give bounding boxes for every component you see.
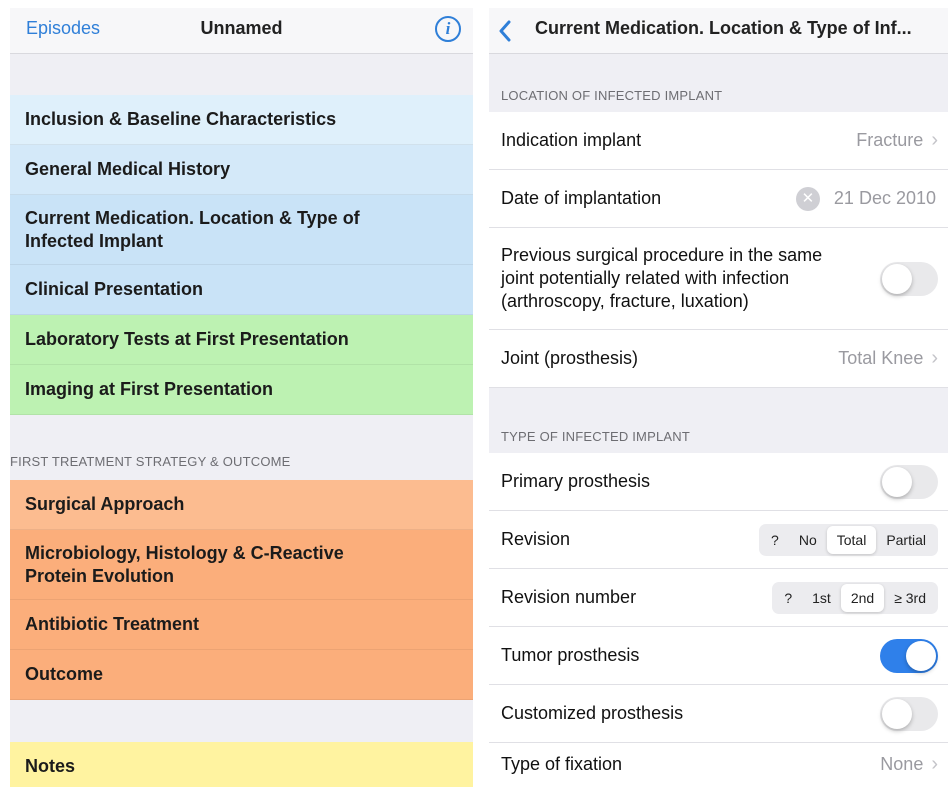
customized-prosthesis-toggle[interactable] bbox=[880, 696, 938, 731]
primary-prosthesis-toggle[interactable] bbox=[880, 464, 938, 499]
menu-item-label: Current Medication. Location & Type of I… bbox=[25, 207, 360, 251]
chevron-right-icon: › bbox=[931, 129, 938, 151]
menu-item-clinical-presentation[interactable]: Clinical Presentation bbox=[10, 265, 473, 315]
menu-item-label: Notes bbox=[25, 756, 76, 776]
chevron-right-icon: › bbox=[931, 347, 938, 369]
toggle-knob bbox=[882, 263, 912, 294]
revision-option-partial[interactable]: Partial bbox=[876, 526, 936, 554]
menu-item-imaging[interactable]: Imaging at First Presentation bbox=[10, 365, 473, 415]
menu-item-label: Clinical Presentation bbox=[25, 279, 204, 299]
revision-number-row: Revision number ? 1st 2nd ≥ 3rd bbox=[489, 569, 948, 627]
type-of-fixation-value: None bbox=[880, 754, 924, 774]
menu-item-label: Outcome bbox=[25, 664, 104, 684]
menu-item-inclusion[interactable]: Inclusion & Baseline Characteristics bbox=[10, 95, 473, 145]
type-of-fixation-label: Type of fixation bbox=[501, 754, 623, 774]
toggle-knob bbox=[906, 640, 936, 671]
revision-label: Revision bbox=[501, 529, 571, 549]
revision-option-total[interactable]: Total bbox=[826, 525, 877, 554]
previous-procedure-row: Previous surgical procedure in the same … bbox=[489, 228, 948, 330]
menu-item-label: Antibiotic Treatment bbox=[25, 614, 200, 634]
indication-implant-value: Fracture bbox=[856, 130, 924, 150]
group-header-location: LOCATION OF INFECTED IMPLANT bbox=[501, 88, 723, 103]
group-header-type: TYPE OF INFECTED IMPLANT bbox=[501, 429, 690, 444]
toggle-knob bbox=[882, 698, 912, 729]
primary-prosthesis-label: Primary prosthesis bbox=[501, 471, 651, 491]
customized-prosthesis-row: Customized prosthesis bbox=[489, 685, 948, 743]
revision-option-no[interactable]: No bbox=[789, 526, 827, 554]
date-of-implantation-value[interactable]: 21 Dec 2010 bbox=[834, 188, 936, 209]
revnum-option-1st[interactable]: 1st bbox=[802, 584, 841, 612]
menu-item-microbiology[interactable]: Microbiology, Histology & C-Reactive Pro… bbox=[10, 530, 473, 600]
menu-item-label: Inclusion & Baseline Characteristics bbox=[25, 109, 337, 129]
detail-form-pane: Current Medication. Location & Type of I… bbox=[489, 8, 948, 786]
date-of-implantation-row[interactable]: Date of implantation ✕ 21 Dec 2010 bbox=[489, 170, 948, 228]
info-icon[interactable]: i bbox=[435, 16, 461, 42]
episode-title: Unnamed bbox=[200, 18, 283, 38]
date-of-implantation-label: Date of implantation bbox=[501, 188, 662, 208]
customized-prosthesis-label: Customized prosthesis bbox=[501, 703, 684, 723]
menu-item-label: Imaging at First Presentation bbox=[25, 379, 274, 399]
toggle-knob bbox=[882, 466, 912, 497]
right-navigation-bar: Current Medication. Location & Type of I… bbox=[489, 8, 948, 54]
revision-row: Revision ? No Total Partial bbox=[489, 511, 948, 569]
previous-procedure-toggle[interactable] bbox=[880, 261, 938, 296]
revision-number-segmented-control: ? 1st 2nd ≥ 3rd bbox=[772, 581, 938, 614]
clear-icon[interactable]: ✕ bbox=[795, 186, 820, 211]
tumor-prosthesis-label: Tumor prosthesis bbox=[501, 645, 640, 665]
indication-implant-label: Indication implant bbox=[501, 130, 642, 150]
revnum-option-unknown[interactable]: ? bbox=[774, 584, 802, 612]
menu-item-surgical-approach[interactable]: Surgical Approach bbox=[10, 480, 473, 530]
joint-prosthesis-value: Total Knee bbox=[838, 348, 924, 368]
back-chevron-icon[interactable] bbox=[493, 18, 519, 44]
menu-item-outcome[interactable]: Outcome bbox=[10, 650, 473, 700]
revision-number-label: Revision number bbox=[501, 587, 637, 607]
tumor-prosthesis-toggle[interactable] bbox=[880, 638, 938, 673]
chevron-right-icon: › bbox=[931, 753, 938, 775]
indication-implant-row[interactable]: Indication implant Fracture › bbox=[489, 112, 948, 170]
menu-item-label: Surgical Approach bbox=[25, 494, 185, 514]
menu-item-laboratory-tests[interactable]: Laboratory Tests at First Presentation bbox=[10, 315, 473, 365]
page-title: Current Medication. Location & Type of I… bbox=[535, 18, 912, 38]
type-of-fixation-row[interactable]: Type of fixation None › bbox=[489, 743, 948, 786]
menu-item-label: General Medical History bbox=[25, 159, 231, 179]
revision-segmented-control: ? No Total Partial bbox=[759, 523, 938, 556]
menu-item-antibiotic-treatment[interactable]: Antibiotic Treatment bbox=[10, 600, 473, 650]
previous-procedure-label: Previous surgical procedure in the same … bbox=[501, 245, 823, 311]
joint-prosthesis-row[interactable]: Joint (prosthesis) Total Knee › bbox=[489, 330, 948, 388]
revision-option-unknown[interactable]: ? bbox=[761, 526, 789, 554]
joint-prosthesis-label: Joint (prosthesis) bbox=[501, 348, 639, 368]
menu-item-label: Laboratory Tests at First Presentation bbox=[25, 329, 349, 349]
left-navigation-bar: Episodes Unnamed i bbox=[10, 8, 473, 54]
menu-item-current-medication[interactable]: Current Medication. Location & Type of I… bbox=[10, 195, 473, 265]
menu-item-notes[interactable]: Notes bbox=[10, 742, 473, 787]
revnum-option-3rd[interactable]: ≥ 3rd bbox=[884, 584, 936, 612]
primary-prosthesis-row: Primary prosthesis bbox=[489, 453, 948, 511]
menu-item-general-history[interactable]: General Medical History bbox=[10, 145, 473, 195]
section-header-first-treatment: FIRST TREATMENT STRATEGY & OUTCOME bbox=[10, 454, 291, 469]
revnum-option-2nd[interactable]: 2nd bbox=[840, 583, 885, 612]
tumor-prosthesis-row: Tumor prosthesis bbox=[489, 627, 948, 685]
menu-item-label: Microbiology, Histology & C-Reactive Pro… bbox=[25, 542, 344, 586]
episode-menu-pane: Episodes Unnamed i Inclusion & Baseline … bbox=[10, 8, 473, 787]
